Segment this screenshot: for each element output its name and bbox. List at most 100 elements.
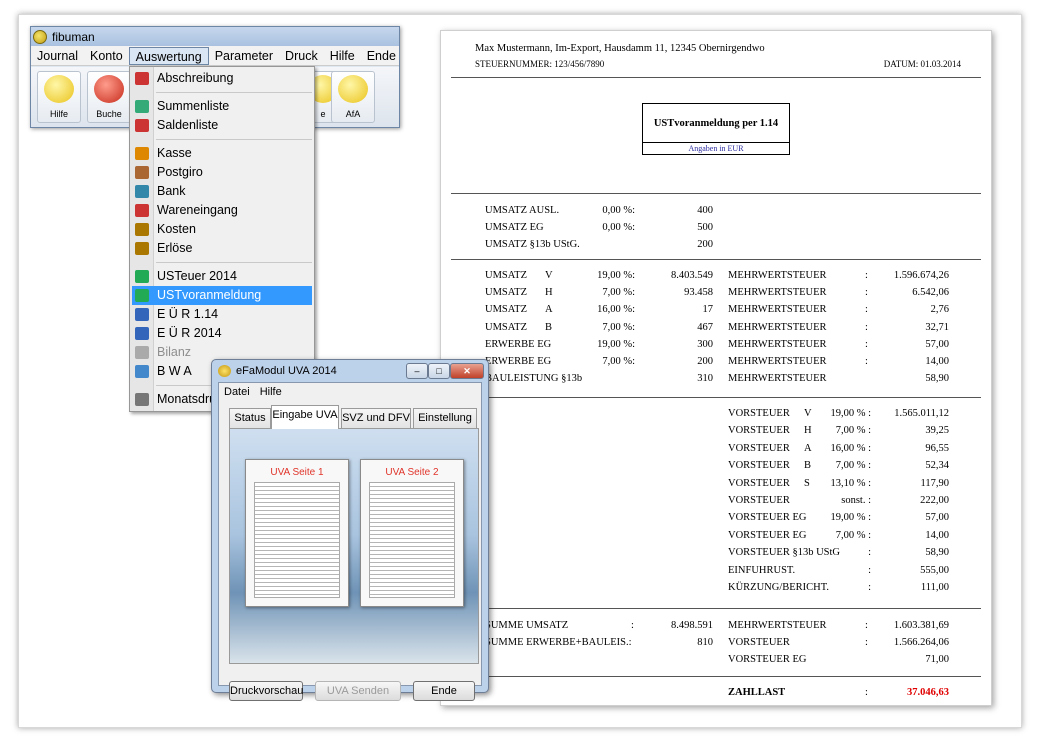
row-tax-label: MEHRWERTSTEUER — [728, 373, 827, 385]
row-pct: 16,00 %: — [597, 304, 635, 316]
menu-item[interactable]: Kosten — [132, 220, 312, 239]
row-pct: 0,00 %: — [602, 205, 635, 216]
tab-status[interactable]: Status — [229, 408, 271, 428]
menu-item[interactable]: USTvoranmeldung — [132, 286, 312, 305]
row-value: 467 — [697, 321, 713, 333]
row-value: 1.566.264,06 — [893, 637, 949, 648]
row-value: 71,00 — [925, 654, 949, 665]
row-value: 200 — [697, 239, 713, 250]
menu-item-label: Monatsdru — [157, 392, 217, 406]
menu-item[interactable]: Abschreibung — [132, 69, 312, 88]
row-value: 52,34 — [925, 460, 949, 472]
minimize-button[interactable]: – — [406, 363, 428, 379]
menu-item-label: E Ü R 2014 — [157, 326, 222, 340]
toolbar-booking-button[interactable]: Buche — [87, 71, 131, 123]
menu-item[interactable]: Summenliste — [132, 97, 312, 116]
report-subtitle: Angaben in EUR — [688, 144, 744, 153]
menu-item[interactable]: Postgiro — [132, 163, 312, 182]
tab-einstellung[interactable]: Einstellung — [413, 408, 477, 428]
cart-icon — [135, 204, 149, 217]
revenue-icon — [135, 242, 149, 255]
tab-eingabe-uva[interactable]: Eingabe UVA — [271, 405, 339, 429]
menu-druck[interactable]: Druck — [279, 47, 324, 65]
menu-item-label: Wareneingang — [157, 203, 238, 217]
menu-item-label: USTeuer 2014 — [157, 269, 237, 283]
menu-item[interactable]: Kasse — [132, 144, 312, 163]
costs-icon — [135, 223, 149, 236]
tab-svz-dfv[interactable]: SVZ und DFV — [341, 408, 411, 428]
row-pct: 7,00 %: — [602, 287, 635, 299]
row-code: H — [545, 287, 553, 299]
row-pct: 19,00 % : — [830, 512, 871, 524]
row-pct: 7,00 % : — [835, 460, 871, 472]
row-code: V — [545, 270, 553, 281]
end-button[interactable]: Ende — [413, 681, 475, 701]
menu-item[interactable]: Erlöse — [132, 239, 312, 258]
row-pct: : — [868, 564, 871, 576]
row-value: 14,00 — [925, 529, 949, 541]
row-label: VORSTEUER — [728, 425, 790, 437]
menu-item-label: Summenliste — [157, 99, 230, 113]
menu-datei[interactable]: Datei — [219, 386, 255, 398]
toolbar-help-button[interactable]: Hilfe — [37, 71, 81, 123]
row-tax-label: MEHRWERTSTEUER — [728, 356, 827, 367]
depreciation-icon — [135, 72, 149, 85]
toolbar-afa-button[interactable]: AfA — [331, 71, 375, 123]
maximize-button[interactable]: □ — [428, 363, 450, 379]
menu-item[interactable]: E Ü R 2014 — [132, 324, 312, 343]
row-code: B — [545, 321, 553, 333]
tax-number: STEUERNUMMER: 123/456/7890 — [475, 59, 605, 69]
row-label: SUMME UMSATZ — [485, 620, 569, 631]
row-value: 8.498.591 — [671, 620, 713, 631]
close-button[interactable]: ✕ — [450, 363, 484, 379]
row-colon: : — [865, 287, 868, 299]
menu-hilfe[interactable]: Hilfe — [324, 47, 361, 65]
row-tax-label: MEHRWERTSTEUER — [728, 304, 827, 316]
menu-hilfe[interactable]: Hilfe — [255, 386, 287, 398]
row-label: VORSTEUER — [728, 495, 790, 506]
divider — [451, 397, 981, 398]
menu-item-label: Kosten — [157, 222, 196, 236]
bank-icon — [135, 185, 149, 198]
row-pct: 19,00 %: — [597, 270, 635, 281]
menu-journal[interactable]: Journal — [31, 47, 84, 65]
euro-icon — [135, 270, 149, 283]
row-value: 58,90 — [925, 547, 949, 559]
row-value: 1.603.381,69 — [893, 620, 949, 631]
menu-item-label: B W A — [157, 364, 192, 378]
uva-page-1[interactable]: UVA Seite 1 — [245, 459, 349, 607]
menu-konto[interactable]: Konto — [84, 47, 129, 65]
uva-page-2[interactable]: UVA Seite 2 — [360, 459, 464, 607]
menu-item[interactable]: E Ü R 1.14 — [132, 305, 312, 324]
menu-item[interactable]: Saldenliste — [132, 116, 312, 135]
chart-icon — [135, 327, 149, 340]
menubar: Journal Konto Auswertung Parameter Druck… — [31, 46, 399, 66]
row-label: SUMME ERWERBE+BAULEIS.: — [485, 637, 632, 648]
print-preview-button[interactable]: Druckvorschau — [229, 681, 303, 701]
row-pct: : — [868, 547, 871, 559]
menu-item[interactable]: Wareneingang — [132, 201, 312, 220]
page-title: UVA Seite 2 — [385, 467, 439, 478]
row-label: BAULEISTUNG §13b — [485, 373, 583, 385]
menu-item[interactable]: USTeuer 2014 — [132, 267, 312, 286]
row-pct: 19,00 % : — [830, 408, 871, 419]
row-pct: 19,00 %: — [597, 338, 635, 350]
menu-item-label: Bank — [157, 184, 186, 198]
app-logo-icon — [33, 29, 47, 44]
menu-ende[interactable]: Ende — [361, 47, 402, 65]
help-icon — [44, 75, 74, 103]
dialog-body: Datei Hilfe Status Eingabe UVA SVZ und D… — [218, 382, 482, 701]
total-label: ZAHLLAST — [728, 687, 786, 698]
row-colon: : — [865, 270, 868, 281]
uva-send-button[interactable]: UVA Senden — [315, 681, 401, 701]
sum-list-icon — [135, 100, 149, 113]
row-pct: 7,00 %: — [602, 356, 635, 367]
row-label: VORSTEUER — [728, 460, 790, 472]
row-colon: : — [865, 637, 868, 648]
menu-auswertung[interactable]: Auswertung — [128, 46, 209, 65]
row-tax: 58,90 — [925, 373, 949, 385]
row-tax-label: MEHRWERTSTEUER — [728, 270, 827, 281]
menu-parameter[interactable]: Parameter — [209, 47, 279, 65]
row-code: A — [545, 304, 553, 316]
menu-item[interactable]: Bank — [132, 182, 312, 201]
